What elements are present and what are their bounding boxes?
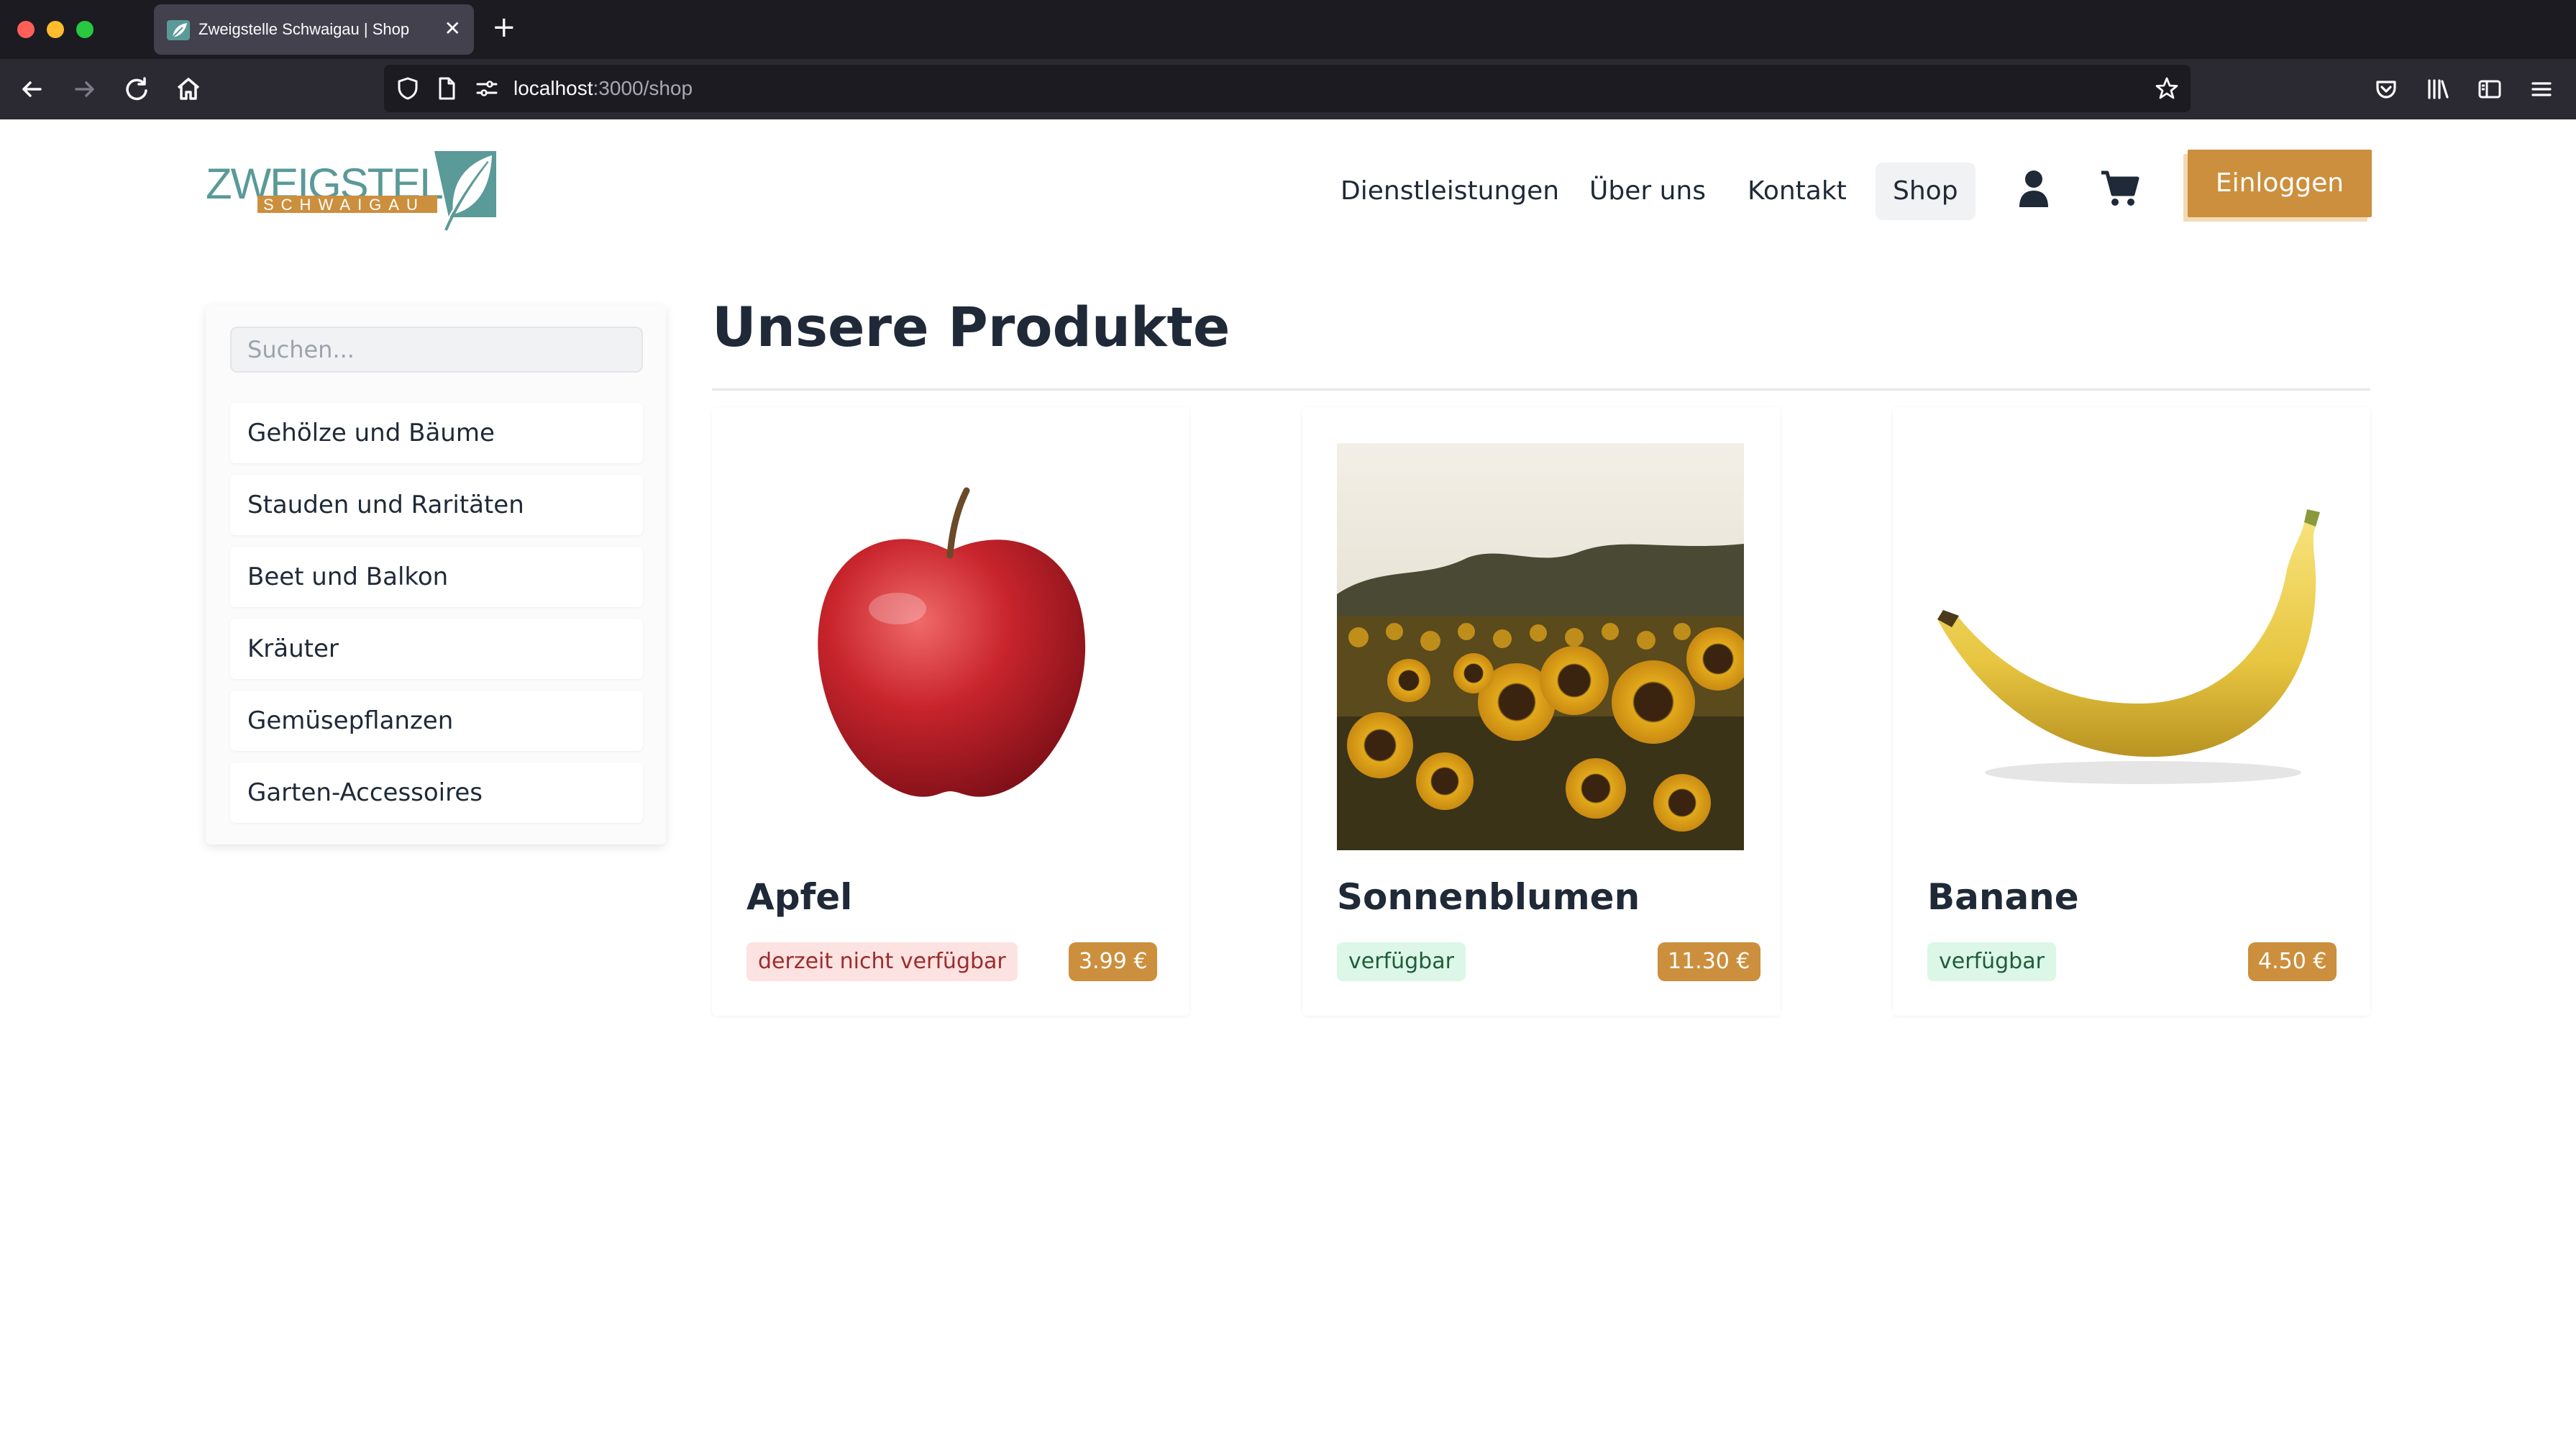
price-badge: 11.30 € <box>1658 942 1760 981</box>
shield-icon[interactable] <box>394 75 421 102</box>
price-badge: 4.50 € <box>2248 942 2337 981</box>
page-title: Unsere Produkte <box>712 295 1230 359</box>
category-kraeuter[interactable]: Kräuter <box>230 619 643 679</box>
back-arrow-icon[interactable] <box>14 72 49 106</box>
leaf-favicon-icon <box>167 20 190 40</box>
category-gemuesepflanzen[interactable]: Gemüsepflanzen <box>230 691 643 751</box>
product-name: Sonnenblumen <box>1337 876 1640 918</box>
minimize-window-button[interactable] <box>47 21 64 38</box>
availability-badge: verfügbar <box>1927 942 2056 981</box>
close-tab-icon[interactable]: ✕ <box>444 16 461 42</box>
bookmark-star-icon[interactable] <box>2153 75 2180 102</box>
url-bar[interactable]: localhost:3000/shop <box>384 65 2191 112</box>
browser-navbar: localhost:3000/shop <box>0 59 2576 119</box>
browser-tab-active[interactable]: Zweigstelle Schwaigau | Shop ✕ <box>154 4 474 55</box>
menu-shop[interactable]: Shop <box>1876 163 1976 220</box>
availability-badge: derzeit nicht verfügbar <box>746 942 1018 981</box>
sidebar-toggle-icon[interactable] <box>2472 72 2507 106</box>
category-beet-balkon[interactable]: Beet und Balkon <box>230 547 643 607</box>
tab-title: Zweigstelle Schwaigau | Shop <box>198 20 410 38</box>
product-card[interactable]: Sonnenblumen verfügbar 11.30 € <box>1302 407 1780 1016</box>
category-sidebar: Suchen... Gehölze und Bäume Stauden und … <box>206 305 666 844</box>
page-icon[interactable] <box>433 75 460 102</box>
product-name: Apfel <box>746 876 853 918</box>
close-window-button[interactable] <box>17 21 35 38</box>
category-stauden[interactable]: Stauden und Raritäten <box>230 475 643 535</box>
svg-text:SCHWAIGAU: SCHWAIGAU <box>263 196 425 214</box>
url-path: :3000/shop <box>593 77 693 99</box>
home-icon[interactable] <box>171 72 206 106</box>
reload-icon[interactable] <box>119 72 154 106</box>
maximize-window-button[interactable] <box>76 21 93 38</box>
shopping-cart-icon[interactable] <box>2100 170 2140 207</box>
menu-ueber-uns[interactable]: Über uns <box>1572 163 1723 220</box>
product-name: Banane <box>1927 876 2079 918</box>
category-garten-accessoires[interactable]: Garten-Accessoires <box>230 762 643 823</box>
title-divider <box>712 388 2370 391</box>
permissions-icon[interactable] <box>473 75 501 102</box>
sunflowers-image <box>1337 443 1744 850</box>
menu-kontakt[interactable]: Kontakt <box>1730 163 1864 220</box>
zweigstelle-logo[interactable]: ZWEIGSTELLE SCHWAIGAU <box>206 148 496 233</box>
user-account-icon[interactable] <box>2017 168 2051 209</box>
forward-arrow-icon[interactable] <box>68 72 102 106</box>
pocket-icon[interactable] <box>2369 72 2403 106</box>
search-input[interactable]: Suchen... <box>230 327 643 373</box>
availability-badge: verfügbar <box>1337 942 1466 981</box>
browser-tabbar: Zweigstelle Schwaigau | Shop ✕ + <box>0 0 2576 59</box>
hamburger-menu-icon[interactable] <box>2524 72 2559 106</box>
banana-image <box>1937 509 2320 784</box>
new-tab-icon[interactable]: + <box>492 10 516 45</box>
apple-image <box>818 487 1086 797</box>
category-gehoelze[interactable]: Gehölze und Bäume <box>230 403 643 463</box>
url-host: localhost <box>513 77 593 99</box>
url-text[interactable]: localhost:3000/shop <box>513 77 693 100</box>
product-card[interactable]: Apfel derzeit nicht verfügbar 3.99 € <box>712 407 1189 1016</box>
login-button[interactable]: Einloggen <box>2188 150 2372 217</box>
site-header: ZWEIGSTELLE SCHWAIGAU Dienstleistungen Ü… <box>0 119 2576 256</box>
price-badge: 3.99 € <box>1069 942 1158 981</box>
library-icon[interactable] <box>2421 72 2455 106</box>
product-card[interactable]: Banane verfügbar 4.50 € <box>1893 407 2370 1016</box>
menu-dienstleistungen[interactable]: Dienstleistungen <box>1323 163 1576 220</box>
